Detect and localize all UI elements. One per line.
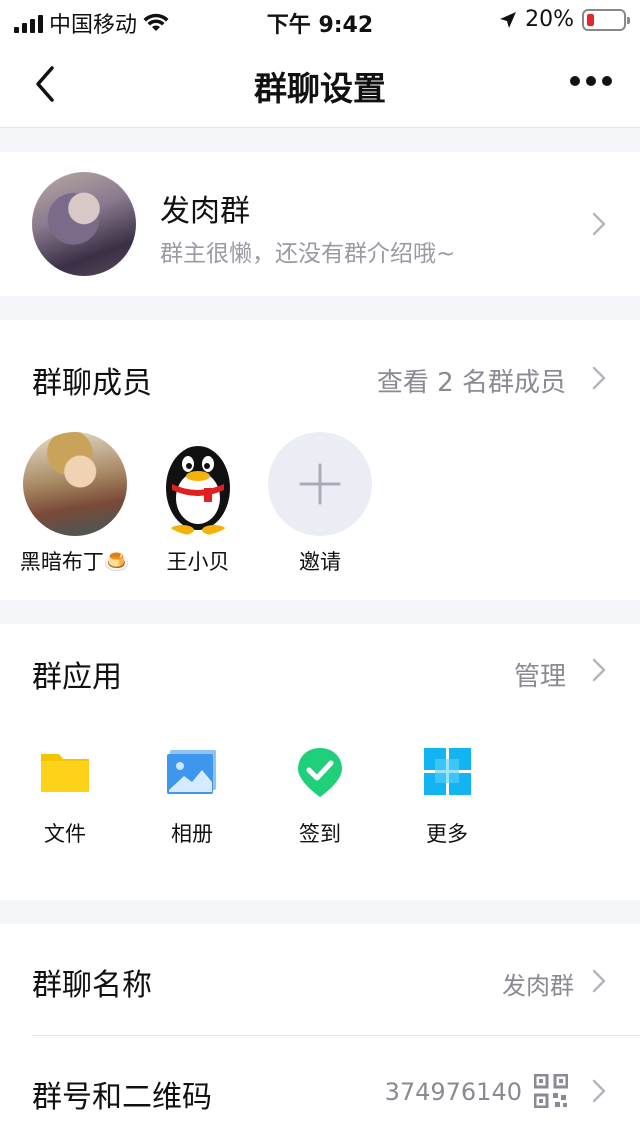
chevron-right-icon bbox=[592, 212, 606, 236]
battery-percent: 20% bbox=[525, 7, 574, 32]
members-section: 群聊成员 查看 2 名群成员 黑暗布丁🍮 王小贝 邀请 bbox=[0, 320, 640, 600]
app-label: 签到 bbox=[299, 822, 341, 846]
plus-icon bbox=[299, 463, 341, 505]
chevron-right-icon bbox=[592, 969, 606, 993]
battery-icon bbox=[582, 8, 630, 31]
group-description: 群主很懒，还没有群介绍哦~ bbox=[160, 241, 456, 267]
members-title: 群聊成员 bbox=[32, 366, 152, 401]
app-more[interactable]: 更多 bbox=[402, 746, 492, 848]
chevron-right-icon bbox=[592, 1079, 606, 1103]
group-info-card[interactable]: 发肉群 群主很懒，还没有群介绍哦~ bbox=[0, 152, 640, 296]
app-label: 文件 bbox=[44, 822, 86, 846]
group-apps-section: 群应用 管理 文件 相册 签到 更多 bbox=[0, 624, 640, 900]
apps-title: 群应用 bbox=[32, 660, 122, 695]
album-icon bbox=[167, 750, 216, 794]
row-title: 群号和二维码 bbox=[32, 1080, 212, 1115]
row-value: 发肉群 bbox=[502, 972, 574, 1000]
chevron-right-icon[interactable] bbox=[590, 365, 608, 391]
app-files[interactable]: 文件 bbox=[20, 746, 110, 848]
member-item[interactable]: 黑暗布丁🍮 bbox=[15, 432, 135, 576]
group-id-row[interactable]: 群号和二维码 374976140 bbox=[0, 1036, 640, 1136]
view-members-link[interactable]: 查看 2 名群成员 bbox=[377, 362, 566, 399]
manage-apps-link[interactable]: 管理 bbox=[514, 656, 566, 693]
group-name: 发肉群 bbox=[160, 194, 250, 229]
status-bar: 中国移动 下午 9:42 20% bbox=[0, 0, 640, 42]
member-name: 王小贝 bbox=[166, 550, 230, 574]
app-label: 更多 bbox=[426, 822, 468, 846]
group-avatar[interactable] bbox=[32, 172, 136, 276]
add-member-icon[interactable] bbox=[268, 432, 372, 536]
settings-list: 群聊名称 发肉群 群号和二维码 374976140 bbox=[0, 924, 640, 1136]
app-album[interactable]: 相册 bbox=[147, 746, 237, 848]
checkin-icon bbox=[298, 748, 342, 797]
group-name-row[interactable]: 群聊名称 发肉群 bbox=[0, 924, 640, 1036]
member-name: 黑暗布丁🍮 bbox=[19, 550, 131, 574]
avatar[interactable] bbox=[146, 432, 250, 536]
page-title: 群聊设置 bbox=[254, 69, 386, 108]
location-arrow-icon bbox=[500, 11, 517, 28]
app-label: 相册 bbox=[171, 822, 213, 846]
group-id-value: 374976140 bbox=[384, 1078, 522, 1106]
member-item[interactable]: 王小贝 bbox=[138, 432, 258, 576]
more-grid-icon bbox=[424, 748, 471, 795]
invite-label: 邀请 bbox=[299, 550, 341, 574]
penguin-icon bbox=[166, 446, 230, 535]
group-settings-page: 中国移动 下午 9:42 20% 群聊设置 发肉群 群主很懒，还没有群介绍哦~ … bbox=[0, 0, 640, 1136]
invite-member-button[interactable]: 邀请 bbox=[260, 432, 380, 576]
row-title: 群聊名称 bbox=[32, 968, 152, 1003]
chevron-right-icon[interactable] bbox=[590, 657, 608, 683]
folder-icon bbox=[41, 754, 89, 792]
qr-code-icon bbox=[534, 1074, 568, 1108]
avatar[interactable] bbox=[23, 432, 127, 536]
more-options-icon[interactable] bbox=[570, 76, 612, 86]
battery-level bbox=[587, 13, 595, 26]
app-checkin[interactable]: 签到 bbox=[275, 746, 365, 848]
navigation-bar: 群聊设置 bbox=[0, 42, 640, 128]
